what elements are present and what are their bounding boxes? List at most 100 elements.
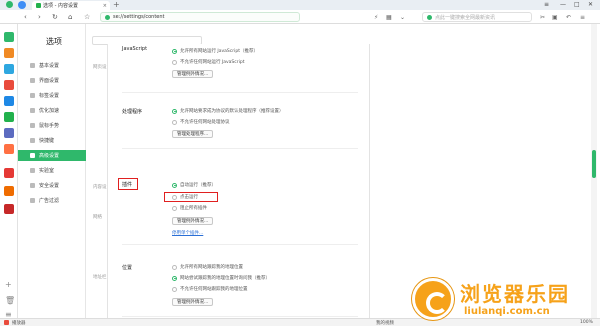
- sidebar-item-adblock[interactable]: 广告过滤: [18, 195, 86, 206]
- option-label: 不允许任何网站运行 JavaScript: [180, 60, 245, 65]
- dock-app-icon[interactable]: [4, 112, 14, 122]
- sidebar-item-security[interactable]: 安全设置: [18, 180, 86, 191]
- radio-icon: [172, 108, 177, 114]
- sidebar-item-label: 高级设置: [39, 153, 60, 159]
- search-input[interactable]: 点此一键搜索全网最新资讯: [422, 12, 532, 22]
- address-bar[interactable]: se://settings/content: [100, 12, 300, 22]
- radio-javascript-allow[interactable]: 允许所有网站运行 JavaScript（推荐）: [172, 48, 258, 54]
- divider: [122, 244, 358, 245]
- sidebar-item-tabs[interactable]: 标签设置: [18, 90, 86, 101]
- shield-icon: [30, 183, 35, 188]
- sidebar-item-ui[interactable]: 界面设置: [18, 75, 86, 86]
- manage-location-exceptions-button[interactable]: 管理例外情况...: [172, 298, 214, 306]
- sidebar-item-label: 鼠标手势: [39, 123, 60, 129]
- sidebar-item-shortcuts[interactable]: 快捷键: [18, 135, 86, 146]
- radio-icon: [172, 264, 177, 270]
- radio-plugins-click-to-run[interactable]: 点击运行: [172, 194, 198, 200]
- speed-icon: [30, 108, 35, 113]
- manage-plugin-exceptions-button[interactable]: 管理例外情况...: [172, 217, 214, 225]
- section-header-javascript: JavaScript: [122, 46, 148, 52]
- dock-app-icon[interactable]: [4, 128, 14, 138]
- dropdown-chevron-icon[interactable]: ⌄: [400, 14, 405, 21]
- sidebar-item-label: 标签设置: [39, 93, 60, 99]
- trash-icon[interactable]: 🗑: [5, 296, 15, 305]
- radio-icon: [172, 286, 177, 292]
- dock-app-icon[interactable]: [4, 168, 14, 178]
- scrollbar-thumb[interactable]: [592, 150, 596, 178]
- watermark: 浏览器乐园 liulanqi.com.cn: [412, 276, 594, 326]
- sidebar-item-speed[interactable]: 优化加速: [18, 105, 86, 116]
- add-dock-item-icon[interactable]: +: [5, 280, 12, 289]
- navigation-bar: ‹ › ↻ ⌂ ☆ se://settings/content ⚡ ▦ ⌄ 点此…: [0, 10, 600, 24]
- reload-button[interactable]: ↻: [52, 13, 58, 21]
- radio-icon: [172, 182, 177, 188]
- dock-app-icon[interactable]: [4, 48, 14, 58]
- my-videos-button[interactable]: 我的视频: [376, 320, 394, 326]
- bookmark-star-icon[interactable]: ☆: [84, 13, 90, 21]
- radio-location-block[interactable]: 不允许任何网站跟踪我的地理位置: [172, 286, 248, 292]
- content-settings-panel: JavaScript 允许所有网站运行 JavaScript（推荐） 不允许任何…: [107, 44, 370, 318]
- dock-app-icon[interactable]: [4, 144, 14, 154]
- group-label: 网络: [93, 215, 102, 220]
- option-label: 允许所有网站跟踪我的地理位置: [180, 265, 243, 270]
- sidebar-item-label: 快捷键: [39, 138, 55, 144]
- apps-icon[interactable]: ▣: [552, 14, 558, 21]
- scrollbar[interactable]: [591, 24, 597, 318]
- tab-close-icon[interactable]: ×: [103, 3, 107, 9]
- radio-javascript-block[interactable]: 不允许任何网站运行 JavaScript: [172, 59, 245, 65]
- tab-title: 选项 - 内容设置: [43, 3, 78, 9]
- option-label: 阻止所有插件: [180, 206, 207, 211]
- radio-plugins-block[interactable]: 阻止所有插件: [172, 205, 207, 211]
- dock-app-icon[interactable]: [4, 204, 14, 214]
- sidebar-item-label: 安全设置: [39, 183, 60, 189]
- manage-handlers-button[interactable]: 管理处理程序...: [172, 130, 214, 138]
- radio-icon: [172, 194, 177, 200]
- dock-app-icon[interactable]: [4, 186, 14, 196]
- search-engine-icon: [427, 14, 432, 20]
- radio-icon: [172, 205, 177, 211]
- menu-icon[interactable]: ≡: [580, 14, 585, 21]
- lightning-icon[interactable]: ⚡: [374, 14, 378, 21]
- radio-handlers-allow[interactable]: 允许网站要求成为协议的默认处理程序（推荐设置）: [172, 108, 284, 114]
- radio-handlers-block[interactable]: 不允许任何网站处理协议: [172, 119, 230, 125]
- status-left-text[interactable]: 播放器: [12, 320, 26, 326]
- radio-location-allow[interactable]: 允许所有网站跟踪我的地理位置: [172, 264, 243, 270]
- radio-icon: [172, 48, 177, 54]
- watermark-logo-icon: [412, 278, 454, 320]
- manage-exceptions-button[interactable]: 管理例外情况...: [172, 70, 214, 78]
- home-button[interactable]: ⌂: [68, 13, 72, 21]
- maximize-button[interactable]: □: [574, 1, 580, 8]
- minimize-button[interactable]: —: [560, 1, 566, 8]
- group-label: 地址栏: [93, 275, 107, 280]
- browser-logo-icon[interactable]: [6, 1, 13, 8]
- new-tab-button[interactable]: +: [113, 0, 120, 10]
- settings-sidebar: 选项 基本设置 界面设置 标签设置 优化加速 鼠标手势 快捷键 高级设置 实验室…: [18, 24, 86, 326]
- sidebar-item-label: 实验室: [39, 168, 55, 174]
- dock-app-icon[interactable]: [4, 32, 14, 42]
- cut-icon[interactable]: ✂: [540, 14, 545, 21]
- sidebar-item-gestures[interactable]: 鼠标手势: [18, 120, 86, 131]
- extensions-grid-icon[interactable]: ▦: [386, 14, 392, 21]
- home-icon: [30, 63, 35, 68]
- player-icon[interactable]: [4, 320, 9, 325]
- watermark-url: liulanqi.com.cn: [464, 306, 550, 317]
- dock-app-icon[interactable]: [4, 64, 14, 74]
- radio-location-ask[interactable]: 网站尝试跟踪我的地理位置时询问我（推荐）: [172, 275, 270, 281]
- dock-app-icon[interactable]: [4, 80, 14, 90]
- tab-favicon-icon: [36, 3, 41, 8]
- sidebar-item-label: 基本设置: [39, 63, 60, 69]
- back-button[interactable]: ‹: [24, 13, 27, 21]
- sidebar-item-lab[interactable]: 实验室: [18, 165, 86, 176]
- tab-settings[interactable]: 选项 - 内容设置 ×: [32, 1, 110, 10]
- forward-button[interactable]: ›: [38, 13, 41, 21]
- disable-plugin-link[interactable]: 停用单个插件...: [172, 230, 203, 236]
- close-window-button[interactable]: ✕: [588, 1, 593, 8]
- divider: [122, 92, 358, 93]
- dock-app-icon[interactable]: [4, 96, 14, 106]
- undo-icon[interactable]: ↶: [566, 14, 571, 21]
- sidebar-item-advanced[interactable]: 高级设置: [18, 150, 86, 161]
- skin-icon[interactable]: ≡: [544, 1, 549, 8]
- nav-arrow-icon[interactable]: [18, 1, 26, 9]
- radio-plugins-auto[interactable]: 自动运行（推荐）: [172, 182, 216, 188]
- sidebar-item-basic[interactable]: 基本设置: [18, 60, 86, 71]
